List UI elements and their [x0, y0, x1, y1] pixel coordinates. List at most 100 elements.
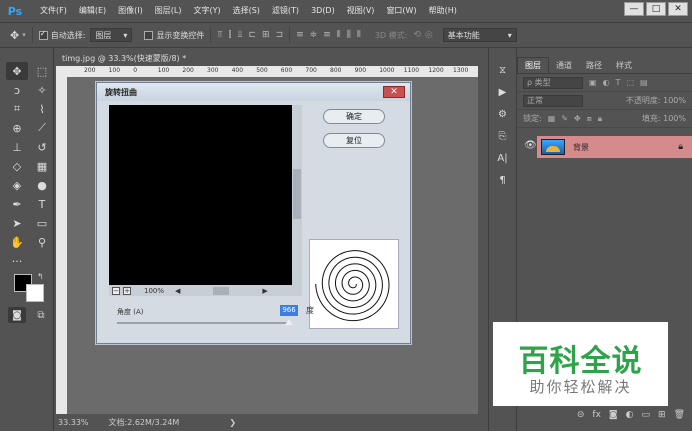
character-icon[interactable]: A| — [493, 150, 513, 166]
tab-styles[interactable]: 样式 — [609, 58, 639, 73]
minimize-button[interactable]: — — [624, 2, 644, 16]
tab-channels[interactable]: 通道 — [549, 58, 579, 73]
marquee-tool-icon[interactable]: ⬚ — [31, 62, 53, 80]
shape-tool-icon[interactable]: ▭ — [31, 214, 53, 232]
menu-type[interactable]: 文字(Y) — [187, 0, 226, 22]
lock-all-icon[interactable]: 🔒︎ — [598, 114, 602, 124]
clone-stamp-icon[interactable]: ⊥ — [6, 138, 28, 156]
swap-colors-icon[interactable]: ↰ — [37, 272, 44, 281]
menu-edit[interactable]: 编辑(E) — [73, 0, 112, 22]
filter-type-icon[interactable]: T — [616, 78, 621, 87]
zoom-in-button[interactable]: + — [123, 286, 131, 295]
history-icon[interactable]: ⧖ — [493, 62, 513, 78]
scroll-thumb[interactable] — [293, 169, 301, 219]
filter-smart-icon[interactable]: ▤ — [640, 78, 648, 87]
history-brush-icon[interactable]: ↺ — [31, 138, 53, 156]
healing-brush-icon[interactable]: ⊕ — [6, 119, 28, 137]
menu-select[interactable]: 选择(S) — [227, 0, 266, 22]
align-vcenter-icon[interactable]: ⫿ — [229, 30, 232, 40]
menu-3d[interactable]: 3D(D) — [305, 0, 341, 22]
menu-file[interactable]: 文件(F) — [34, 0, 73, 22]
opacity-label[interactable]: 不透明度: 100% — [626, 95, 686, 106]
new-layer-icon[interactable]: ⊞ — [658, 410, 666, 424]
type-tool-icon[interactable]: T — [31, 195, 53, 213]
zoom-out-button[interactable]: − — [112, 286, 120, 295]
tab-layers[interactable]: 图层 — [517, 57, 549, 73]
3d-roll-icon[interactable]: ◎ — [425, 30, 433, 40]
move-tool-icon[interactable]: ✥ — [10, 29, 19, 42]
align-left-icon[interactable]: ⊏ — [248, 30, 256, 40]
magic-wand-icon[interactable]: ✧ — [31, 81, 53, 99]
properties-icon[interactable]: ⚙ — [493, 106, 513, 122]
distribute-bottom-icon[interactable]: ≡ — [323, 30, 331, 40]
status-zoom[interactable]: 33.33% — [58, 418, 89, 427]
horizontal-scroll-thumb[interactable] — [213, 286, 230, 295]
paragraph-icon[interactable]: ¶ — [493, 172, 513, 188]
document-tab[interactable]: timg.jpg @ 33.3%(快速蒙版/8) * — [56, 50, 196, 66]
workspace-dropdown[interactable]: 基本功能 ▾ — [442, 28, 517, 42]
3d-rotate-icon[interactable]: ⟲ — [413, 30, 421, 40]
clone-source-icon[interactable]: ⎘ — [493, 128, 513, 144]
lock-position-icon[interactable]: ✥ — [574, 114, 581, 123]
layer-filter-dropdown[interactable]: ρ 类型 — [523, 76, 583, 89]
lasso-tool-icon[interactable]: ↄ — [6, 81, 28, 99]
menu-view[interactable]: 视图(V) — [341, 0, 381, 22]
align-bottom-icon[interactable]: ⫫ — [237, 30, 242, 40]
layer-row-background[interactable]: 背景 🔒︎ — [537, 136, 692, 158]
auto-select-checkbox[interactable] — [38, 30, 48, 40]
angle-slider-thumb[interactable] — [285, 319, 293, 325]
new-group-icon[interactable]: ▭ — [642, 410, 651, 424]
auto-select-toggle[interactable]: 自动选择: — [38, 30, 85, 41]
brush-tool-icon[interactable]: ⟋ — [31, 119, 53, 137]
filter-adjust-icon[interactable]: ◐ — [603, 78, 610, 87]
path-select-icon[interactable]: ➤ — [6, 214, 28, 232]
menu-help[interactable]: 帮助(H) — [423, 0, 463, 22]
crop-tool-icon[interactable]: ⌗ — [6, 100, 28, 118]
distribute-hcenter-icon[interactable]: ⫼ — [347, 30, 351, 40]
status-arrow-icon[interactable]: ❯ — [229, 418, 236, 427]
distribute-vcenter-icon[interactable]: ≑ — [310, 30, 318, 40]
menu-window[interactable]: 窗口(W) — [380, 0, 422, 22]
align-top-icon[interactable]: ⫪ — [217, 30, 222, 40]
link-layers-icon[interactable]: ⊝ — [577, 410, 585, 424]
close-button[interactable]: ✕ — [668, 2, 688, 16]
reset-button[interactable]: 复位 — [323, 133, 385, 148]
layer-style-icon[interactable]: fx — [592, 410, 601, 424]
add-mask-icon[interactable]: ◙ — [609, 410, 618, 424]
ok-button[interactable]: 确定 — [323, 109, 385, 124]
chevron-down-icon[interactable]: ▾ — [22, 31, 26, 39]
scroll-left-icon[interactable]: ◀ — [175, 287, 180, 295]
adjustment-layer-icon[interactable]: ◐ — [626, 410, 634, 424]
tab-paths[interactable]: 路径 — [579, 58, 609, 73]
align-right-icon[interactable]: ⊐ — [276, 30, 284, 40]
show-transform-toggle[interactable]: 显示变换控件 — [144, 30, 204, 41]
more-tools-icon[interactable]: ··· — [6, 252, 28, 270]
screen-mode-icon[interactable]: ⧉ — [32, 307, 50, 323]
lock-brush-icon[interactable]: ✎ — [561, 114, 568, 123]
quick-mask-icon[interactable]: ◙ — [8, 307, 26, 323]
move-tool-icon[interactable]: ✥ — [6, 62, 28, 80]
hand-tool-icon[interactable]: ✋ — [6, 233, 28, 251]
background-color-swatch[interactable] — [26, 284, 44, 302]
angle-slider-track[interactable] — [117, 322, 289, 324]
auto-select-dropdown[interactable]: 图层 ▾ — [90, 28, 133, 42]
distribute-left-icon[interactable]: ⦀ — [337, 30, 341, 40]
filter-shape-icon[interactable]: ⬚ — [626, 78, 634, 87]
pen-tool-icon[interactable]: ✒ — [6, 195, 28, 213]
scroll-right-icon[interactable]: ▶ — [262, 287, 267, 295]
lock-pixels-icon[interactable]: ▦ — [548, 114, 556, 123]
dodge-tool-icon[interactable]: ● — [31, 176, 53, 194]
menu-image[interactable]: 图像(I) — [112, 0, 149, 22]
eyedropper-icon[interactable]: ⌇ — [31, 100, 53, 118]
menu-layer[interactable]: 图层(L) — [149, 0, 188, 22]
gradient-tool-icon[interactable]: ▦ — [31, 157, 53, 175]
dialog-close-button[interactable]: ✕ — [383, 86, 405, 98]
filter-preview[interactable] — [109, 105, 292, 285]
eraser-tool-icon[interactable]: ◇ — [6, 157, 28, 175]
show-transform-checkbox[interactable] — [144, 30, 154, 40]
eye-icon[interactable]: 👁︎ — [524, 140, 537, 151]
preview-vertical-scrollbar[interactable] — [292, 105, 302, 285]
blur-tool-icon[interactable]: ◈ — [6, 176, 28, 194]
zoom-tool-icon[interactable]: ⚲ — [31, 233, 53, 251]
actions-icon[interactable]: ▶ — [493, 84, 513, 100]
